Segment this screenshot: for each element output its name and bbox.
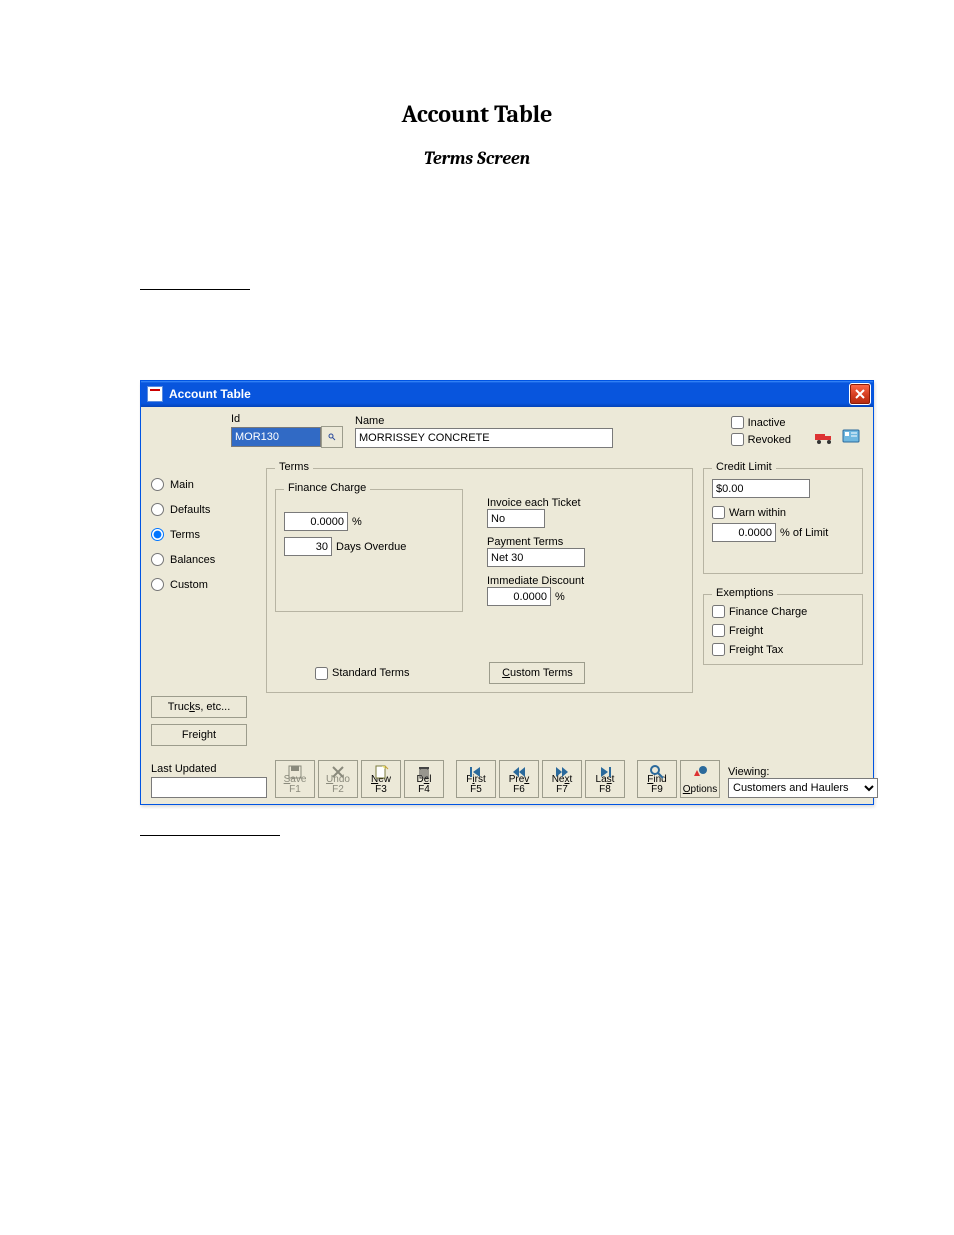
prev-icon <box>500 764 538 780</box>
id-input[interactable] <box>231 427 321 447</box>
options-icon <box>681 764 719 780</box>
id-label: Id <box>231 413 343 425</box>
nav-balances-label: Balances <box>170 554 215 566</box>
immediate-discount-label: Immediate Discount <box>487 575 584 587</box>
exempt-finance-checkbox[interactable] <box>712 605 725 618</box>
first-icon <box>457 764 495 780</box>
id-lookup-button[interactable] <box>321 426 343 448</box>
side-nav: Main Defaults Terms Balances Custom Truc… <box>151 460 256 750</box>
titlebar[interactable]: Account Table <box>141 381 873 407</box>
finance-rate-pct: % <box>352 516 362 528</box>
toolbar: Save F1 Undo F2 New F3 Del F4 First F5 <box>275 760 720 798</box>
prev-button[interactable]: Prev F6 <box>499 760 539 798</box>
viewing-select[interactable]: Customers and Haulers <box>728 778 878 798</box>
window-title: Account Table <box>169 387 251 401</box>
last-button[interactable]: Last F8 <box>585 760 625 798</box>
nav-terms[interactable] <box>151 528 164 541</box>
warn-within-label: Warn within <box>729 507 786 519</box>
exempt-freight-tax-checkbox[interactable] <box>712 643 725 656</box>
exempt-freight-checkbox[interactable] <box>712 624 725 637</box>
freight-button[interactable]: Freight <box>151 724 247 746</box>
immediate-discount-input[interactable] <box>487 587 551 606</box>
invoice-each-label: Invoice each Ticket <box>487 497 581 509</box>
magnifier-icon <box>328 430 336 444</box>
first-button[interactable]: First F5 <box>456 760 496 798</box>
new-button[interactable]: New F3 <box>361 760 401 798</box>
finance-charge-title: Finance Charge <box>284 482 370 494</box>
standard-terms-checkbox[interactable] <box>315 667 328 680</box>
immediate-discount-pct: % <box>555 591 565 603</box>
payment-terms-label: Payment Terms <box>487 536 563 548</box>
divider <box>140 835 280 836</box>
undo-icon <box>319 764 357 780</box>
save-icon <box>276 764 314 780</box>
last-icon <box>586 764 624 780</box>
revoked-label: Revoked <box>748 434 791 446</box>
name-input[interactable] <box>355 428 613 448</box>
nav-custom-label: Custom <box>170 579 208 591</box>
nav-custom[interactable] <box>151 578 164 591</box>
credit-limit-title: Credit Limit <box>712 461 776 473</box>
standard-terms-label: Standard Terms <box>332 667 409 679</box>
finance-days-input[interactable] <box>284 537 332 556</box>
viewing-label: Viewing: <box>728 766 878 778</box>
nav-main[interactable] <box>151 478 164 491</box>
close-icon <box>855 389 865 399</box>
last-updated-label: Last Updated <box>151 763 267 775</box>
exempt-freight-label: Freight <box>729 625 763 637</box>
customer-icon <box>839 424 863 448</box>
truck-icon <box>813 424 837 448</box>
next-button[interactable]: Next F7 <box>542 760 582 798</box>
document-title: Account Table <box>0 100 954 128</box>
nav-main-label: Main <box>170 479 194 491</box>
name-label: Name <box>355 415 613 427</box>
del-button[interactable]: Del F4 <box>404 760 444 798</box>
nav-terms-label: Terms <box>170 529 200 541</box>
exempt-freight-tax-label: Freight Tax <box>729 644 783 656</box>
invoice-each-input[interactable] <box>487 509 545 528</box>
nav-defaults[interactable] <box>151 503 164 516</box>
find-button[interactable]: Find F9 <box>637 760 677 798</box>
warn-pct-input[interactable] <box>712 523 776 542</box>
inactive-checkbox[interactable] <box>731 416 744 429</box>
exempt-finance-label: Finance Charge <box>729 606 807 618</box>
warn-within-checkbox[interactable] <box>712 506 725 519</box>
form-icon <box>147 386 163 402</box>
find-icon <box>638 764 676 780</box>
new-icon <box>362 764 400 780</box>
nav-defaults-label: Defaults <box>170 504 210 516</box>
divider <box>140 289 250 290</box>
inactive-label: Inactive <box>748 417 786 429</box>
footer: Last Updated Save F1 Undo F2 New F3 Del … <box>141 756 873 804</box>
credit-limit-input[interactable] <box>712 479 810 498</box>
account-table-window: Account Table Id Name Inactive <box>140 380 874 805</box>
warn-pct-suffix: % of Limit <box>780 527 828 539</box>
finance-days-label: Days Overdue <box>336 541 406 553</box>
close-button[interactable] <box>849 383 871 405</box>
options-button[interactable]: Options <box>680 760 720 798</box>
undo-button[interactable]: Undo F2 <box>318 760 358 798</box>
trucks-button[interactable]: Trucks, etc... <box>151 696 247 718</box>
terms-panel: Terms Finance Charge % Days Overdue <box>266 460 693 750</box>
header-row: Id Name Inactive Revoked <box>141 407 873 456</box>
finance-rate-input[interactable] <box>284 512 348 531</box>
exemptions-title: Exemptions <box>712 587 777 599</box>
document-subtitle: Terms Screen <box>0 148 954 169</box>
nav-balances[interactable] <box>151 553 164 566</box>
trash-icon <box>405 764 443 780</box>
save-button[interactable]: Save F1 <box>275 760 315 798</box>
last-updated-input[interactable] <box>151 777 267 798</box>
next-icon <box>543 764 581 780</box>
terms-group-title: Terms <box>275 461 313 473</box>
revoked-checkbox[interactable] <box>731 433 744 446</box>
custom-terms-button[interactable]: Custom Terms <box>489 662 585 684</box>
payment-terms-input[interactable] <box>487 548 585 567</box>
